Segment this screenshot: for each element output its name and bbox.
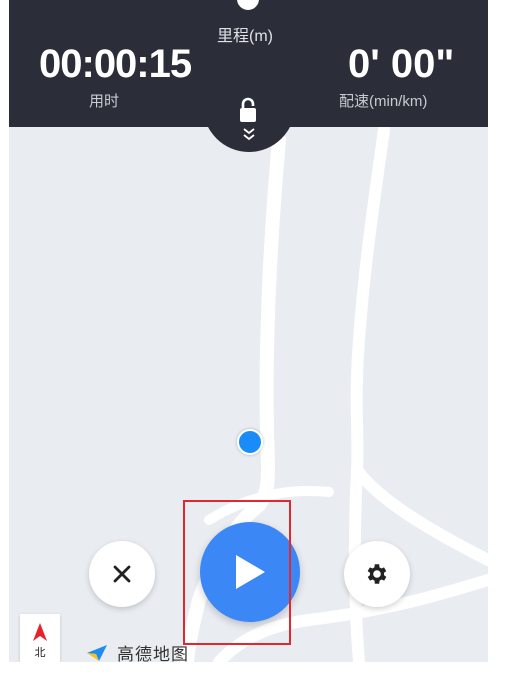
amap-logo-icon <box>87 644 107 661</box>
close-icon <box>113 565 131 583</box>
pace-label: 配速(min/km) <box>339 93 428 110</box>
current-location-marker <box>237 429 263 455</box>
double-chevron-down-icon[interactable] <box>241 127 257 141</box>
map-provider-logo: 高德地图 <box>85 640 189 662</box>
start-button[interactable] <box>200 522 300 622</box>
compass[interactable]: 北 <box>20 614 60 662</box>
gear-icon <box>367 564 387 584</box>
pace-value: 0' 00" <box>348 42 455 86</box>
close-button[interactable] <box>89 541 155 607</box>
distance-label: 里程(m) <box>217 28 273 45</box>
compass-label: 北 <box>34 647 46 659</box>
play-icon <box>236 555 265 589</box>
drag-handle[interactable] <box>237 0 259 10</box>
app-frame: 00:00:15 用时 里程(m) 0' 00" 配速(min/km) 北 高德… <box>9 0 488 662</box>
duration-label: 用时 <box>89 93 120 110</box>
duration-value: 00:00:15 <box>39 42 192 86</box>
road <box>204 485 334 525</box>
map-provider-name: 高德地图 <box>117 645 189 662</box>
road <box>252 133 286 512</box>
stats-header: 00:00:15 用时 里程(m) 0' 00" 配速(min/km) <box>9 0 488 152</box>
settings-button[interactable] <box>344 541 410 607</box>
north-arrow-icon <box>33 623 47 641</box>
lock-icon[interactable] <box>238 97 258 123</box>
road <box>350 124 390 476</box>
